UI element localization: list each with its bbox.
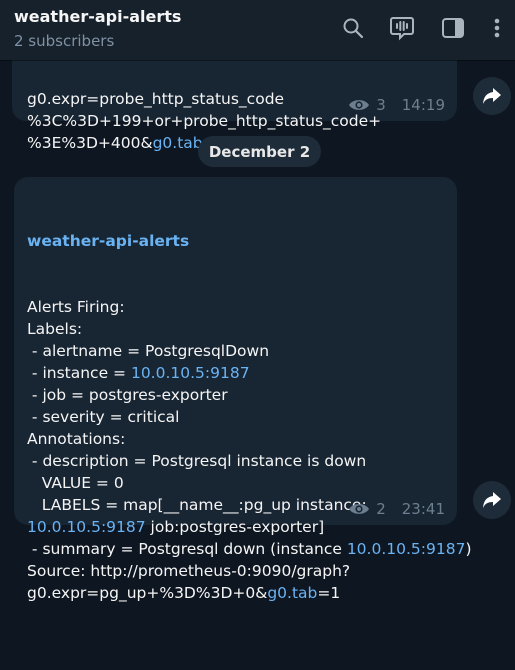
message-text-segment: - job = postgres-exporter — [27, 386, 228, 404]
view-count: 2 — [376, 500, 386, 518]
message-line: Annotations: — [27, 428, 457, 450]
more-button[interactable] — [484, 15, 510, 41]
view-count: 3 — [376, 96, 386, 114]
channel-title[interactable]: weather-api-alerts — [14, 7, 181, 26]
message-link[interactable]: 10.0.10.5:9187 — [347, 540, 466, 558]
message-text-segment: Source: http://prometheus-0:9090/graph? — [27, 562, 351, 580]
message-line: - summary = Postgresql down (instance 10… — [27, 538, 472, 560]
message-line: Labels: — [27, 318, 457, 340]
message-text-segment: - summary = Postgresql down (instance — [27, 540, 347, 558]
message-text-segment: - alertname = PostgresqlDown — [27, 342, 270, 360]
message-line: - severity = critical — [27, 406, 457, 428]
subscriber-count: 2 subscribers — [14, 32, 115, 50]
live-stream-icon — [390, 17, 414, 41]
message-text-segment: - instance = — [27, 364, 131, 382]
message-text-segment: - description = Postgresql instance is d… — [27, 452, 367, 470]
message-line: - alertname = PostgresqlDown — [27, 340, 457, 362]
message-link[interactable]: g0.tab — [267, 584, 317, 602]
chat-header[interactable]: weather-api-alerts 2 subscribers — [0, 0, 515, 60]
message-text-segment: g0.expr=pg_up+%3D%3D+0& — [27, 584, 268, 602]
message-text-segment: LABELS = map[__name__:pg_up instance: — [27, 496, 367, 514]
message-line: Alerts Firing: — [27, 296, 457, 318]
forward-icon — [483, 88, 501, 104]
message-text-segment: g0.expr=probe_http_status_code — [27, 90, 285, 108]
message-text-segment: Labels: — [27, 320, 83, 338]
live-stream-button[interactable] — [389, 15, 415, 41]
message-text-segment: Annotations: — [27, 430, 126, 448]
message-bubble[interactable]: weather-api-alerts Alerts Firing: Labels:… — [14, 177, 472, 602]
search-button[interactable] — [340, 15, 366, 41]
eye-icon — [349, 504, 370, 514]
message-line: g0.expr=pg_up+%3D%3D+0&g0.tab=1 — [27, 582, 457, 604]
message-text-segment: %3C%3D+199+or+probe_http_status_code+ — [27, 112, 382, 130]
message-line: Source: http://prometheus-0:9090/graph? — [27, 560, 457, 582]
eye-icon — [349, 100, 370, 110]
message-time: 14:19 — [401, 96, 445, 114]
message-link[interactable]: g0.tab — [153, 134, 203, 152]
more-vertical-icon — [494, 18, 500, 38]
forward-button[interactable] — [473, 77, 511, 115]
message-line: - instance = 10.0.10.5:9187 — [27, 362, 457, 384]
message-link[interactable]: 10.0.10.5:9187 — [27, 518, 146, 536]
message-text-segment: - severity = critical — [27, 408, 180, 426]
sender-name[interactable]: weather-api-alerts — [27, 230, 457, 252]
message-text-segment: VALUE = 0 — [27, 474, 124, 492]
message-line: - job = postgres-exporter — [27, 384, 457, 406]
chat-area[interactable]: g0.expr=probe_http_status_code %3C%3D+199… — [0, 0, 515, 602]
message-text-segment: %3E%3D+400& — [27, 134, 153, 152]
sidebar-toggle-button[interactable] — [440, 15, 466, 41]
message-meta: 3 14:19 — [348, 96, 445, 114]
forward-icon — [483, 492, 501, 508]
message-text-segment: Alerts Firing: — [27, 298, 125, 316]
sidebar-toggle-icon — [442, 18, 464, 38]
message-line: 10.0.10.5:9187 job:postgres-exporter] — [27, 516, 457, 538]
message-line: VALUE = 0 — [27, 472, 457, 494]
message-text-segment: job:postgres-exporter] — [145, 518, 325, 536]
message-text-segment: =1 — [317, 584, 341, 602]
date-separator: December 2 — [198, 136, 321, 167]
forward-button[interactable] — [473, 481, 511, 519]
search-icon — [343, 18, 364, 39]
message-link[interactable]: 10.0.10.5:9187 — [131, 364, 250, 382]
message-text-segment: ) — [465, 540, 472, 558]
message-meta: 2 23:41 — [348, 500, 445, 518]
message-line: - description = Postgresql instance is d… — [27, 450, 457, 472]
message-text: Alerts Firing: Labels: - alertname = Post… — [27, 296, 472, 604]
message-time: 23:41 — [401, 500, 445, 518]
